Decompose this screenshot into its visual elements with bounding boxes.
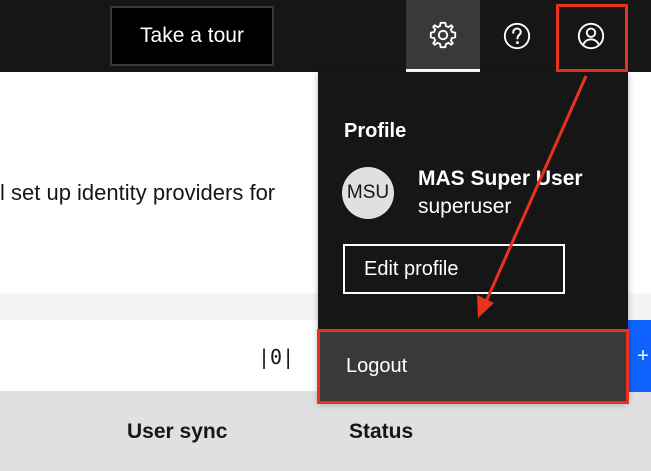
add-button[interactable]: + [628,320,651,392]
help-button[interactable] [480,0,554,72]
top-header-bar: Take a tour [0,0,651,72]
settings-button[interactable] [406,0,480,72]
edit-profile-button[interactable]: Edit profile [343,244,565,294]
user-avatar-icon [577,22,605,50]
column-header-status[interactable]: Status [349,420,413,444]
profile-panel-title: Profile [344,120,407,142]
help-icon [503,22,531,50]
take-a-tour-button[interactable]: Take a tour [110,6,274,66]
gear-icon [429,21,457,48]
logout-button[interactable]: Logout [318,330,628,403]
avatar: MSU [342,167,394,219]
column-settings-icon[interactable]: |0| [258,345,294,369]
column-header-user-sync[interactable]: User sync [127,420,227,444]
page-description-text: l set up identity providers for [0,180,276,205]
user-profile-button[interactable] [554,0,628,72]
table-header-row [0,392,651,471]
user-display-name: MAS Super User [418,167,583,190]
username: superuser [418,195,512,218]
